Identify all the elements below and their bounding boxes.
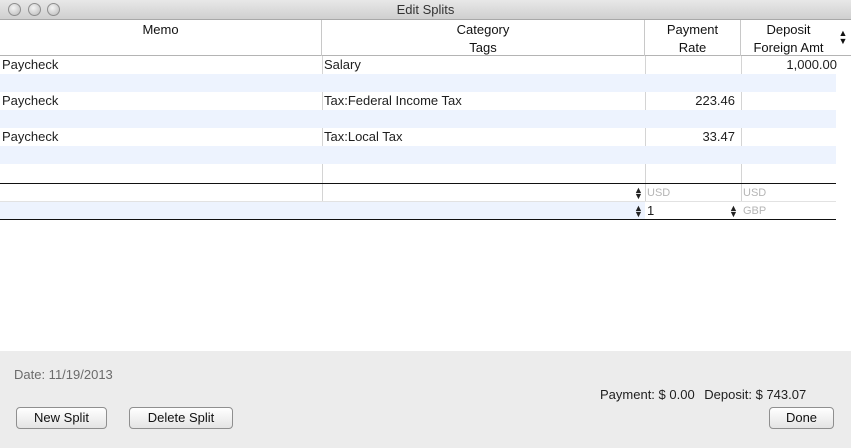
rate-input[interactable]: 1 ▲ ▼ (645, 202, 741, 220)
splits-table: Memo Category Tags Payment Rate Deposit … (0, 20, 851, 351)
table-row-tags[interactable] (0, 110, 836, 128)
rate-value: 1 (647, 203, 655, 218)
deposit-cell[interactable] (741, 92, 840, 110)
tags-header-label: Tags (469, 40, 497, 55)
column-header-memo[interactable]: Memo (0, 20, 322, 56)
delete-split-button[interactable]: Delete Split (129, 407, 233, 429)
payment-cell[interactable] (645, 56, 741, 74)
table-row[interactable]: Paycheck Salary 1,000.00 (0, 56, 837, 74)
edit-row[interactable]: ▲ ▼ USD USD (0, 184, 836, 201)
column-header-payment[interactable]: Payment Rate (645, 20, 741, 56)
deposit-header-label: Deposit (766, 22, 811, 37)
table-row[interactable]: Paycheck Tax:Federal Income Tax 223.46 (0, 92, 836, 110)
memo-cell[interactable]: Paycheck (0, 56, 322, 74)
payment-cell[interactable]: 33.47 (645, 128, 741, 146)
new-split-button[interactable]: New Split (16, 407, 107, 429)
payment-total: Payment: $ 0.00 (600, 387, 695, 402)
category-cell[interactable]: Salary (322, 56, 645, 74)
window-title: Edit Splits (396, 2, 455, 17)
column-header-category[interactable]: Category Tags (322, 20, 645, 56)
category-header-label: Category (456, 22, 510, 37)
category-cell[interactable]: Tax:Federal Income Tax (322, 92, 645, 110)
column-header-deposit[interactable]: Deposit Foreign Amt (741, 20, 836, 56)
memo-cell[interactable]: Paycheck (0, 128, 322, 146)
memo-input[interactable] (0, 184, 322, 202)
edit-row-bottom-border (0, 219, 836, 220)
totals: Payment: $ 0.00 Deposit: $ 743.07 (600, 387, 812, 402)
category-combo[interactable]: ▲ ▼ (322, 184, 645, 202)
edit-row-secondary[interactable]: ▲ ▼ 1 ▲ ▼ GBP (0, 202, 836, 220)
rate-stepper-icon[interactable]: ▲ ▼ (729, 204, 738, 219)
payment-cell[interactable]: 223.46 (645, 92, 741, 110)
title-bar: Edit Splits (0, 0, 851, 20)
payment-input[interactable]: USD (645, 184, 741, 202)
done-button[interactable]: Done (769, 407, 834, 429)
deposit-cell[interactable] (741, 128, 840, 146)
rate-header-label: Rate (678, 40, 707, 55)
tags-popup-arrows-icon[interactable]: ▲ ▼ (634, 204, 643, 219)
memo-header-label: Memo (142, 22, 179, 37)
table-header: Memo Category Tags Payment Rate Deposit … (0, 20, 851, 56)
table-row-tags[interactable] (0, 74, 836, 92)
foreign-amt-input[interactable]: GBP (741, 202, 836, 220)
table-row[interactable]: Paycheck Tax:Local Tax 33.47 (0, 128, 836, 146)
foreign-amt-header-label: Foreign Amt (753, 40, 824, 55)
deposit-total: Deposit: $ 743.07 (704, 387, 807, 402)
category-popup-arrows-icon[interactable]: ▲ ▼ (634, 186, 643, 201)
memo-cell[interactable]: Paycheck (0, 92, 322, 110)
category-cell[interactable]: Tax:Local Tax (322, 128, 645, 146)
column-sort-arrows-icon[interactable]: ▲ ▼ (836, 29, 850, 47)
date-label: Date: 11/19/2013 (14, 367, 113, 382)
deposit-cell[interactable]: 1,000.00 (741, 56, 840, 74)
tags-combo[interactable]: ▲ ▼ (322, 202, 645, 220)
deposit-input[interactable]: USD (741, 184, 836, 202)
table-row-tags[interactable] (0, 146, 836, 164)
payment-header-label: Payment (666, 22, 719, 37)
edit-blank-cell (0, 202, 322, 220)
